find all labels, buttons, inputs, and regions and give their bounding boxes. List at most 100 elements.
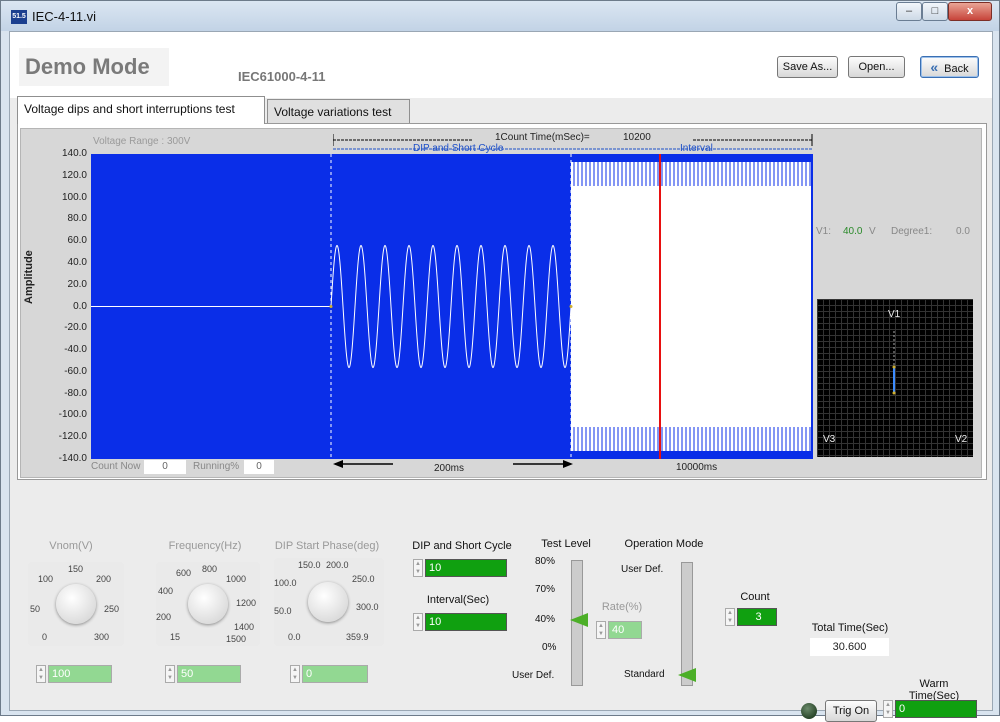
demo-mode-label: Demo Mode <box>19 48 169 86</box>
app-window: 51.5 IEC-4-11.vi – □ x Demo Mode IEC6100… <box>0 0 1000 722</box>
interval-spinner[interactable]: ▲ ▼ <box>413 613 423 631</box>
y-tick-label: -100.0 <box>58 409 87 421</box>
header: Demo Mode IEC61000-4-11 Save As... Open.… <box>10 32 992 98</box>
interval-segment-label: Interval <box>680 143 713 154</box>
frequency-knob[interactable] <box>188 584 228 624</box>
vnom-scale-5: 250 <box>104 604 120 614</box>
dip-phase-spinner[interactable]: ▲ ▼ <box>290 665 300 683</box>
dip-cycle-label: DIP and Short Cycle <box>412 540 512 552</box>
phase-scale-7: 359.9 <box>346 632 369 642</box>
y-tick-label: 20.0 <box>67 278 87 290</box>
test-level-pointer[interactable] <box>570 613 588 627</box>
waveform-plot <box>91 154 813 459</box>
test-level-tick-70: 70% <box>535 584 556 595</box>
operation-mode-label: Operation Mode <box>624 538 704 550</box>
dip-segment-label: DIP and Short Cycle <box>413 143 504 154</box>
test-level-tick-userdef: User Def. <box>512 670 555 681</box>
trig-on-button[interactable]: Trig On <box>825 700 877 722</box>
vnom-label: Vnom(V) <box>49 540 93 552</box>
vnom-scale-2: 100 <box>38 574 54 584</box>
y-tick-label: 40.0 <box>67 256 87 268</box>
warm-time-value[interactable]: 0 <box>895 700 977 718</box>
count-numeric[interactable]: ▲ ▼ 3 <box>725 607 777 627</box>
y-tick-label: -140.0 <box>58 453 87 464</box>
minimize-button[interactable]: – <box>896 2 922 21</box>
v1-value: 40.0 <box>843 226 863 237</box>
frequency-label: Frequency(Hz) <box>168 540 242 552</box>
rate-spinner[interactable]: ▲ ▼ <box>596 621 606 639</box>
operation-mode-pointer[interactable] <box>678 668 696 682</box>
phasor-display: V1 V2 V3 <box>817 299 973 457</box>
freq-scale-6: 1200 <box>236 598 257 608</box>
count-spinner[interactable]: ▲ ▼ <box>725 608 735 626</box>
vnom-spinner[interactable]: ▲ ▼ <box>36 665 46 683</box>
test-level-label: Test Level <box>541 538 591 550</box>
dip-phase-numeric[interactable]: ▲ ▼ 0 <box>290 664 368 684</box>
interval-bottom-band <box>571 451 813 459</box>
rate-value[interactable]: 40 <box>608 621 642 639</box>
title-bar: 51.5 IEC-4-11.vi – □ x <box>1 1 999 31</box>
warm-time-spinner[interactable]: ▲ ▼ <box>883 700 893 718</box>
maximize-button[interactable]: □ <box>922 2 948 21</box>
y-tick-label: 140.0 <box>61 148 87 159</box>
tab-voltage-dips[interactable]: Voltage dips and short interruptions tes… <box>17 96 265 124</box>
frequency-value[interactable]: 50 <box>177 665 241 683</box>
dip-cycle-value[interactable]: 10 <box>425 559 507 577</box>
vnom-scale-3: 150 <box>68 564 84 574</box>
controls-panel: Vnom(V) 0 50 100 150 200 250 300 ▲ ▼ 100 … <box>10 484 992 722</box>
vnom-knob[interactable] <box>56 584 96 624</box>
frequency-knob-box: 15 200 400 600 800 1000 1200 1400 1500 <box>156 562 260 646</box>
y-tick-label: -40.0 <box>64 344 87 356</box>
standard-label: IEC61000-4-11 <box>238 69 326 84</box>
warm-time-numeric[interactable]: ▲ ▼ 0 <box>883 699 977 719</box>
interval-value[interactable]: 10 <box>425 613 507 631</box>
phase-scale-6: 300.0 <box>356 602 379 612</box>
tab-voltage-variations[interactable]: Voltage variations test <box>267 99 410 125</box>
frequency-spinner[interactable]: ▲ ▼ <box>165 665 175 683</box>
interval-background <box>571 154 813 459</box>
waveform-graph-panel: Voltage Range : 300V Amplitude 140.0 120.… <box>20 128 982 478</box>
dip-cycle-spinner[interactable]: ▲ ▼ <box>413 559 423 577</box>
dip-phase-value[interactable]: 0 <box>302 665 368 683</box>
voltage-range-label: Voltage Range : 300V <box>93 136 191 147</box>
dip-phase-label: DIP Start Phase(deg) <box>274 540 380 552</box>
interval-numeric[interactable]: ▲ ▼ 10 <box>413 612 507 632</box>
y-tick-label: 100.0 <box>61 191 87 203</box>
vnom-value[interactable]: 100 <box>48 665 112 683</box>
rate-numeric[interactable]: ▲ ▼ 40 <box>596 620 642 640</box>
vnom-scale-4: 200 <box>96 574 112 584</box>
total-time-value: 30.600 <box>810 638 889 656</box>
degree-value: 0.0 <box>956 226 970 237</box>
open-button[interactable]: Open... <box>848 56 905 78</box>
count-time-label: 1Count Time(mSec)= <box>495 132 590 143</box>
save-as-button[interactable]: Save As... <box>777 56 838 78</box>
dip-cycle-numeric[interactable]: ▲ ▼ 10 <box>413 558 507 578</box>
y-tick-label: 60.0 <box>67 235 87 247</box>
opmode-tick-userdef: User Def. <box>621 564 664 575</box>
degree-label: Degree1: <box>891 226 933 237</box>
count-label: Count <box>740 591 770 603</box>
v1-unit: V <box>869 226 876 237</box>
y-tick-label: 0.0 <box>73 300 87 312</box>
trig-indicator-led <box>801 703 817 719</box>
segment-point <box>569 305 573 308</box>
freq-scale-5: 1000 <box>226 574 247 584</box>
y-tick-label: -80.0 <box>64 387 87 399</box>
phase-scale-2: 100.0 <box>274 578 297 588</box>
vnom-numeric[interactable]: ▲ ▼ 100 <box>36 664 112 684</box>
count-value[interactable]: 3 <box>737 608 777 626</box>
close-button[interactable]: x <box>948 2 992 21</box>
y-axis: 140.0 120.0 100.0 80.0 60.0 40.0 20.0 0.0 -20.0 -… <box>41 129 87 479</box>
frequency-numeric[interactable]: ▲ ▼ 50 <box>165 664 241 684</box>
phase-scale-4: 200.0 <box>326 560 349 570</box>
freq-scale-0: 15 <box>170 632 181 642</box>
segment-point <box>329 305 333 308</box>
dip-phase-knob[interactable] <box>308 582 348 622</box>
y-tick-label: 80.0 <box>67 213 87 225</box>
freq-scale-8: 1500 <box>226 634 247 644</box>
test-level-tick-80: 80% <box>535 556 556 567</box>
freq-scale-3: 600 <box>176 568 192 578</box>
front-panel: Demo Mode IEC61000-4-11 Save As... Open.… <box>9 31 993 722</box>
back-button[interactable]: « Back <box>920 56 979 78</box>
freq-scale-1: 200 <box>156 612 172 622</box>
